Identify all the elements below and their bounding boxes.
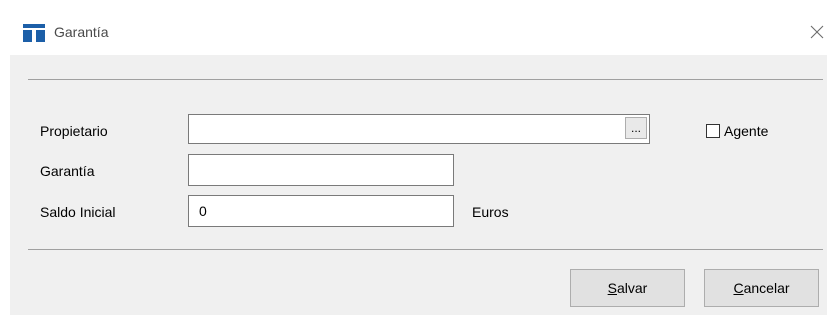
cancel-button[interactable]: Cancelar [704,269,819,307]
dialog-body: Propietario ... Agente Garantía Saldo In… [10,55,827,315]
window-title: Garantía [54,24,109,40]
initial-balance-value: 0 [199,203,207,219]
currency-unit-label: Euros [472,204,509,220]
agent-checkbox-label: Agente [724,123,769,139]
top-divider [28,79,823,80]
guarantee-label: Garantía [40,163,95,179]
guarantee-field[interactable] [188,154,454,186]
save-button[interactable]: Salvar [570,269,685,307]
owner-field[interactable]: ... [188,114,650,144]
app-logo-icon [23,24,45,42]
agent-checkbox-box[interactable] [706,124,720,138]
owner-browse-button[interactable]: ... [625,117,647,139]
agent-checkbox[interactable]: Agente [706,123,768,139]
initial-balance-field[interactable]: 0 [188,195,454,227]
bottom-divider [28,249,823,250]
title-bar: Garantía [0,0,837,55]
close-icon [810,25,824,39]
close-button[interactable] [803,17,831,47]
initial-balance-label: Saldo Inicial [40,204,116,220]
owner-label: Propietario [40,123,108,139]
